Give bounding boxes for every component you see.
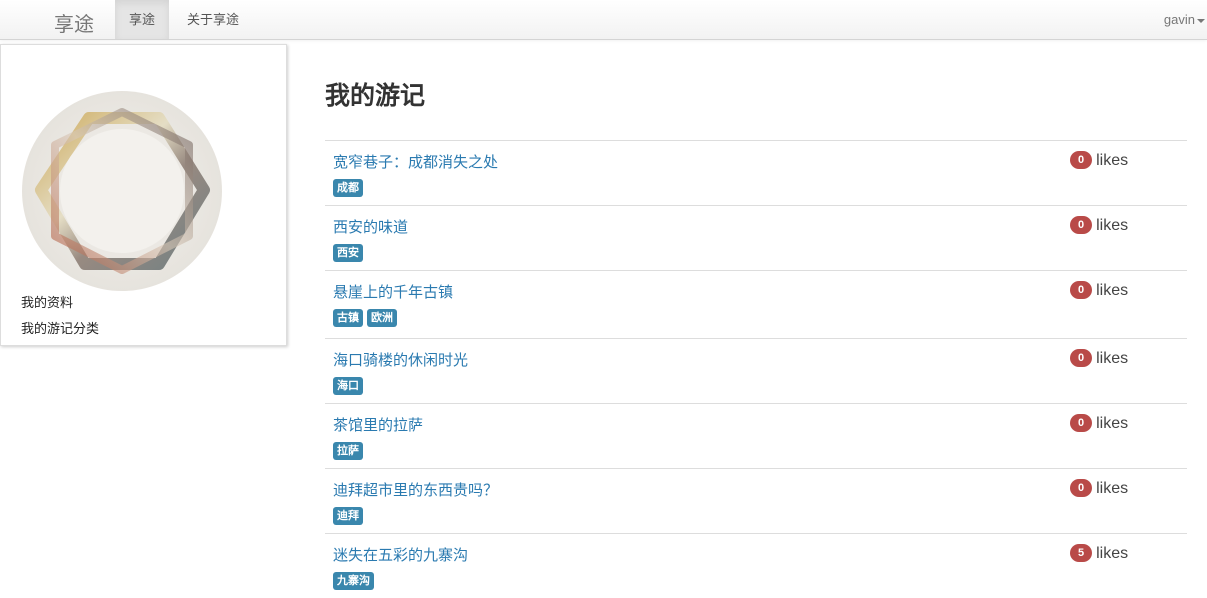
nav-about[interactable]: 关于享途 bbox=[173, 0, 253, 39]
likes-badge: 0 bbox=[1070, 281, 1093, 299]
likes-count: 0 likes bbox=[1070, 216, 1128, 235]
likes-count: 0 likes bbox=[1070, 479, 1128, 498]
post-title-link[interactable]: 宽窄巷子：成都消失之处 bbox=[333, 151, 498, 172]
nav-home[interactable]: 享途 bbox=[115, 0, 170, 39]
likes-badge: 0 bbox=[1070, 216, 1093, 234]
tag-label[interactable]: 拉萨 bbox=[333, 442, 363, 460]
likes-label: likes bbox=[1096, 480, 1129, 497]
likes-label: likes bbox=[1096, 415, 1129, 432]
likes-label: likes bbox=[1096, 282, 1129, 299]
post-tags: 古镇 欧洲 bbox=[333, 309, 397, 327]
post-row: 迪拜超市里的东西贵吗？ 迪拜 0 likes bbox=[325, 468, 1187, 533]
brand-logo[interactable]: 享途 bbox=[54, 8, 94, 37]
tag-label[interactable]: 欧洲 bbox=[367, 309, 397, 327]
likes-label: likes bbox=[1096, 545, 1129, 562]
tag-label[interactable]: 海口 bbox=[333, 377, 363, 395]
sidebar: 我的资料 我的游记分类 bbox=[0, 44, 287, 346]
post-title-link[interactable]: 海口骑楼的休闲时光 bbox=[333, 349, 468, 370]
post-tags: 成都 bbox=[333, 179, 363, 197]
likes-label: likes bbox=[1096, 152, 1129, 169]
page-title: 我的游记 bbox=[325, 82, 426, 110]
post-title-link[interactable]: 迪拜超市里的东西贵吗？ bbox=[333, 479, 498, 500]
post-tags: 拉萨 bbox=[333, 442, 363, 460]
sidebar-link-categories[interactable]: 我的游记分类 bbox=[21, 318, 99, 337]
post-row: 迷失在五彩的九寨沟 九寨沟 5 likes bbox=[325, 533, 1187, 598]
likes-badge: 5 bbox=[1070, 544, 1093, 562]
post-tags: 迪拜 bbox=[333, 507, 363, 525]
tag-label[interactable]: 西安 bbox=[333, 244, 363, 262]
navbar: 享途 享途 关于享途 gavin bbox=[0, 0, 1207, 40]
likes-label: likes bbox=[1096, 350, 1129, 367]
tag-label[interactable]: 古镇 bbox=[333, 309, 363, 327]
likes-count: 0 likes bbox=[1070, 414, 1128, 433]
post-tags: 海口 bbox=[333, 377, 363, 395]
likes-badge: 0 bbox=[1070, 414, 1093, 432]
post-row: 海口骑楼的休闲时光 海口 0 likes bbox=[325, 338, 1187, 403]
avatar bbox=[22, 91, 222, 291]
user-menu[interactable]: gavin bbox=[1164, 0, 1205, 39]
post-tags: 西安 bbox=[333, 244, 363, 262]
post-row: 悬崖上的千年古镇 古镇 欧洲 0 likes bbox=[325, 270, 1187, 338]
tag-label[interactable]: 九寨沟 bbox=[333, 572, 374, 590]
likes-count: 0 likes bbox=[1070, 281, 1128, 300]
tag-label[interactable]: 迪拜 bbox=[333, 507, 363, 525]
user-name: gavin bbox=[1163, 12, 1195, 27]
likes-badge: 0 bbox=[1070, 151, 1093, 169]
post-title-link[interactable]: 西安的味道 bbox=[333, 216, 408, 237]
likes-badge: 0 bbox=[1070, 479, 1093, 497]
likes-label: likes bbox=[1096, 217, 1129, 234]
post-row: 宽窄巷子：成都消失之处 成都 0 likes bbox=[325, 140, 1187, 205]
post-tags: 九寨沟 bbox=[333, 572, 374, 590]
tag-label[interactable]: 成都 bbox=[333, 179, 363, 197]
likes-count: 0 likes bbox=[1070, 151, 1128, 170]
post-row: 西安的味道 西安 0 likes bbox=[325, 205, 1187, 270]
caret-down-icon bbox=[1197, 18, 1205, 23]
post-row: 茶馆里的拉萨 拉萨 0 likes bbox=[325, 403, 1187, 468]
likes-count: 0 likes bbox=[1070, 349, 1128, 368]
post-title-link[interactable]: 茶馆里的拉萨 bbox=[333, 414, 423, 435]
likes-badge: 0 bbox=[1070, 349, 1093, 367]
sidebar-link-profile[interactable]: 我的资料 bbox=[21, 292, 73, 311]
likes-count: 5 likes bbox=[1070, 544, 1128, 563]
post-title-link[interactable]: 迷失在五彩的九寨沟 bbox=[333, 544, 468, 565]
post-list: 宽窄巷子：成都消失之处 成都 0 likes 西安的味道 西安 0 likes 悬崖上的… bbox=[325, 140, 1187, 598]
post-title-link[interactable]: 悬崖上的千年古镇 bbox=[333, 281, 453, 302]
